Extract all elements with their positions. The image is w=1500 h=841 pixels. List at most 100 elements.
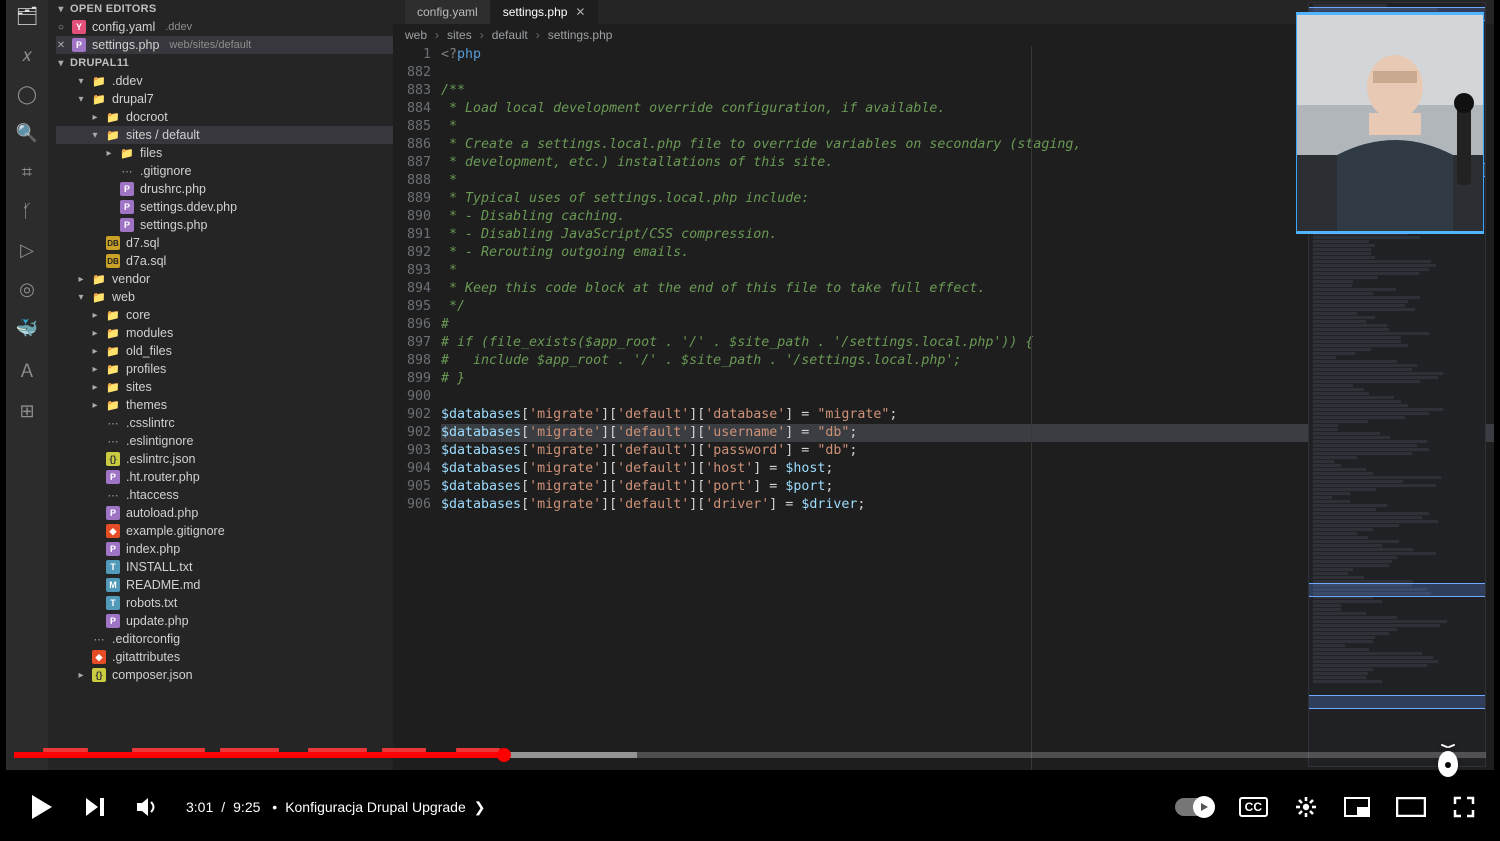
tree-item[interactable]: ▸ 📁 modules xyxy=(56,324,393,342)
tree-item[interactable]: ▸ 📁 old_files xyxy=(56,342,393,360)
tree-label: .ht.router.php xyxy=(126,470,200,484)
tree-item[interactable]: DB d7.sql xyxy=(56,234,393,252)
tree-item[interactable]: P settings.php xyxy=(56,216,393,234)
letters-icon[interactable]: 𝑥 xyxy=(22,45,32,66)
tree-label: index.php xyxy=(126,542,180,556)
seek-bar[interactable] xyxy=(14,752,1486,758)
tree-item[interactable]: ▸ 📁 files xyxy=(56,144,393,162)
breadcrumb-item[interactable]: sites xyxy=(447,28,472,42)
tree-item[interactable]: P update.php xyxy=(56,612,393,630)
tree-item[interactable]: ▸ 📁 core xyxy=(56,306,393,324)
tree-item[interactable]: ◆ .gitattributes xyxy=(56,648,393,666)
tree-item[interactable]: ▸ {} composer.json xyxy=(56,666,393,684)
tree-label: .gitignore xyxy=(140,164,191,178)
tree-item[interactable]: ⋯ .htaccess xyxy=(56,486,393,504)
settings-button[interactable] xyxy=(1294,795,1318,819)
line-numbers: 1882883884885886887888889890891892893894… xyxy=(393,46,441,770)
file-icon: 📁 xyxy=(106,128,120,142)
file-icon: {} xyxy=(106,452,120,466)
breadcrumb-item[interactable]: settings.php xyxy=(548,28,613,42)
breadcrumb-item[interactable]: default xyxy=(492,28,528,42)
tree-item[interactable]: ▸ 📁 vendor xyxy=(56,270,393,288)
tree-label: settings.php xyxy=(140,218,207,232)
file-icon: 📁 xyxy=(92,272,106,286)
tree-label: .htaccess xyxy=(126,488,179,502)
tree-item[interactable]: P .ht.router.php xyxy=(56,468,393,486)
tree-item[interactable]: P autoload.php xyxy=(56,504,393,522)
chevron-icon xyxy=(90,580,100,591)
chevron-icon xyxy=(90,616,100,627)
played xyxy=(14,752,504,758)
theater-button[interactable] xyxy=(1396,797,1426,817)
open-editor-item[interactable]: ✕ P settings.php web/sites/default xyxy=(56,36,393,54)
captions-button[interactable]: CC xyxy=(1239,797,1268,817)
file-icon: M xyxy=(106,578,120,592)
source-control-icon[interactable]: ᚶ xyxy=(22,201,33,222)
run-icon[interactable]: ▷ xyxy=(20,240,34,261)
open-editors-header[interactable]: ▾ OPEN EDITORS xyxy=(48,0,393,18)
time-and-chapter: 3:01 / 9:25 • Konfiguracja Drupal Upgrad… xyxy=(186,799,485,816)
tree-item[interactable]: ⋯ .csslintrc xyxy=(56,414,393,432)
chapter-title[interactable]: Konfiguracja Drupal Upgrade xyxy=(285,799,466,815)
tree-item[interactable]: P index.php xyxy=(56,540,393,558)
chevron-icon xyxy=(90,256,100,267)
breadcrumb-item[interactable]: web xyxy=(405,28,427,42)
next-button[interactable] xyxy=(82,794,108,820)
miniplayer-button[interactable] xyxy=(1344,797,1370,817)
chevron-right-icon[interactable]: ❯ xyxy=(474,799,486,816)
tree-item[interactable]: DB d7a.sql xyxy=(56,252,393,270)
extensions-icon[interactable]: ⊞ xyxy=(19,401,34,422)
tree-item[interactable]: ▸ 📁 themes xyxy=(56,396,393,414)
play-button[interactable] xyxy=(24,791,56,823)
close-icon[interactable]: ✕ xyxy=(575,5,585,19)
figma-icon[interactable]: ⌗ xyxy=(22,162,32,183)
file-detail: web/sites/default xyxy=(169,39,251,51)
tree-item[interactable]: ▾ 📁 drupal7 xyxy=(56,90,393,108)
editor-tab[interactable]: settings.php ✕ xyxy=(491,0,599,24)
tree-item[interactable]: {} .eslintrc.json xyxy=(56,450,393,468)
chevron-icon: ▸ xyxy=(76,274,86,285)
search-icon[interactable]: 🔍 xyxy=(16,123,38,144)
tree-item[interactable]: ▸ 📁 sites xyxy=(56,378,393,396)
tree-item[interactable]: ▾ 📁 sites / default xyxy=(56,126,393,144)
target-icon[interactable]: ◎ xyxy=(19,279,35,300)
tab-label: settings.php xyxy=(503,5,568,19)
close-icon[interactable]: ○ xyxy=(56,22,66,33)
file-icon: 📁 xyxy=(92,290,106,304)
chevron-icon xyxy=(90,472,100,483)
tree-item[interactable]: P settings.ddev.php xyxy=(56,198,393,216)
fullscreen-button[interactable] xyxy=(1452,795,1476,819)
chevron-icon: ▸ xyxy=(104,148,114,159)
close-icon[interactable]: ✕ xyxy=(56,40,66,51)
project-header[interactable]: ▾ DRUPAL11 xyxy=(48,54,393,72)
autoplay-toggle[interactable] xyxy=(1175,798,1213,816)
chevron-icon: ▸ xyxy=(90,112,100,123)
tree-item[interactable]: ▾ 📁 .ddev xyxy=(56,72,393,90)
tree-item[interactable]: T robots.txt xyxy=(56,594,393,612)
tree-item[interactable]: ◆ example.gitignore xyxy=(56,522,393,540)
tree-item[interactable]: ▸ 📁 docroot xyxy=(56,108,393,126)
tree-item[interactable]: P drushrc.php xyxy=(56,180,393,198)
file-icon: 📁 xyxy=(106,344,120,358)
tree-item[interactable]: M README.md xyxy=(56,576,393,594)
tree-item[interactable]: ⋯ .eslintignore xyxy=(56,432,393,450)
docker-icon[interactable]: 🐳 xyxy=(16,318,38,339)
explorer-icon[interactable]: 🗂 xyxy=(16,6,39,27)
tree-item[interactable]: ⋯ .gitignore xyxy=(56,162,393,180)
tree-item[interactable]: ▾ 📁 web xyxy=(56,288,393,306)
tree-item[interactable]: ▸ 📁 profiles xyxy=(56,360,393,378)
file-icon: P xyxy=(72,38,86,52)
file-icon: DB xyxy=(106,236,120,250)
open-editor-item[interactable]: ○ Y config.yaml .ddev xyxy=(56,18,393,36)
letter-a-icon[interactable]: Ａ xyxy=(18,357,36,383)
chevron-icon: ▾ xyxy=(76,94,86,105)
tree-item[interactable]: T INSTALL.txt xyxy=(56,558,393,576)
file-icon: 📁 xyxy=(106,326,120,340)
circle-icon[interactable]: ◯ xyxy=(17,84,37,105)
volume-button[interactable] xyxy=(134,794,160,820)
chevron-icon: ▾ xyxy=(76,292,86,303)
editor-tab[interactable]: config.yaml xyxy=(405,0,491,24)
tree-item[interactable]: ⋯ .editorconfig xyxy=(56,630,393,648)
chevron-icon: ▸ xyxy=(90,328,100,339)
tree-label: composer.json xyxy=(112,668,193,682)
